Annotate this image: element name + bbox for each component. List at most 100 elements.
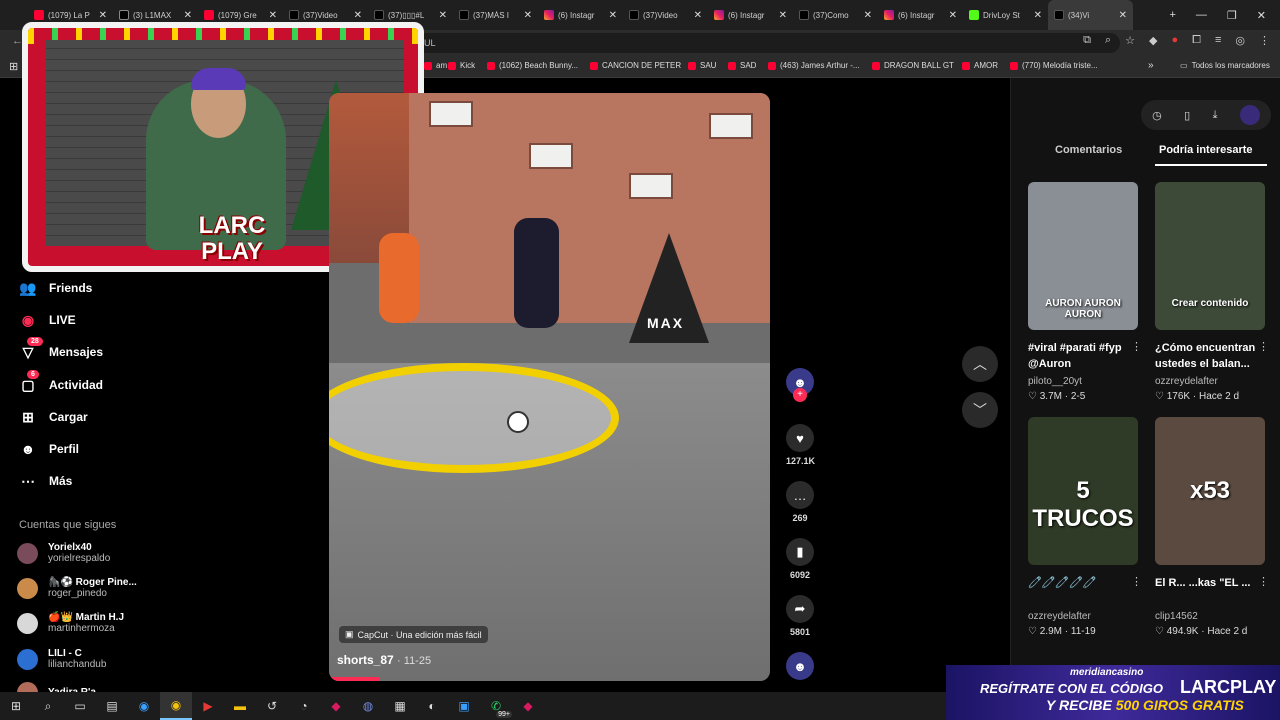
app-red-icon[interactable]: ▶	[192, 692, 224, 720]
following-account[interactable]: LILI - Clilianchandub	[17, 648, 106, 670]
comment-button[interactable]: … 269	[786, 481, 814, 523]
close-window-button[interactable]: ✕	[1257, 9, 1266, 22]
nav-item[interactable]: ◉ LIVE	[19, 311, 76, 329]
close-tab-icon[interactable]: ✕	[694, 10, 702, 21]
puzzle-icon[interactable]: ⧠	[1192, 34, 1201, 47]
suggested-video-card[interactable]: AURON AURON AURON #viral #parati #fyp @Au…	[1028, 182, 1142, 402]
nav-item[interactable]: ▽ 28 Mensajes	[19, 337, 103, 361]
bookmark-item[interactable]: CANCION DE PETER	[590, 61, 681, 70]
chrome-icon[interactable]: ◉	[160, 692, 192, 720]
new-tab-button[interactable]: +	[1169, 9, 1175, 21]
app-icon[interactable]: ↺	[256, 692, 288, 720]
nav-item[interactable]: 👥 Friends	[19, 279, 92, 297]
suggested-video-card[interactable]: Crear contenido ¿Cómo encuentran ustedes …	[1155, 182, 1269, 402]
browser-tab[interactable]: DrivLoy St ✕	[963, 0, 1048, 30]
extension-red-icon[interactable]: ●	[1172, 34, 1179, 47]
bookmark-item[interactable]: SAD	[728, 61, 756, 70]
capcut-tag[interactable]: ▣ CapCut · Una edición más fácil	[339, 626, 488, 643]
nav-item[interactable]: ⋯ Más	[19, 472, 72, 490]
restore-button[interactable]: ❐	[1227, 9, 1237, 22]
video-thumbnail[interactable]: x53	[1155, 417, 1265, 565]
bookmark-star-icon[interactable]: ☆	[1125, 34, 1135, 47]
bookmark-item[interactable]: DRAGON BALL GT	[872, 61, 954, 70]
more-options-icon[interactable]: ⋮	[1131, 575, 1142, 588]
tab-comments[interactable]: Comentarios	[1055, 144, 1122, 156]
download-icon[interactable]: ⤓	[1213, 109, 1218, 122]
close-tab-icon[interactable]: ✕	[949, 10, 957, 21]
menu-icon[interactable]: ⋮	[1259, 34, 1270, 47]
close-tab-icon[interactable]: ✕	[864, 10, 872, 21]
app-blue-icon[interactable]: ▣	[448, 692, 480, 720]
nav-item[interactable]: ⊞ Cargar	[19, 408, 88, 426]
url-input[interactable]: BUL	[410, 33, 1120, 53]
bookmark-item[interactable]: (1062) Beach Bunny...	[487, 61, 578, 70]
close-tab-icon[interactable]: ✕	[779, 10, 787, 21]
video-player[interactable]: MAX ▣ CapCut · Una edición más fácil sho…	[329, 93, 770, 681]
casino-ad-banner[interactable]: meridiancasino REGÍTRATE CON EL CÓDIGO L…	[946, 665, 1280, 720]
media-icon[interactable]: ≡	[1215, 34, 1221, 47]
suggested-video-card[interactable]: x53 El R... ...kas "EL ... clip14562 ♡ 494.…	[1155, 417, 1269, 637]
like-button[interactable]: ♥ 127.1K	[786, 424, 815, 466]
close-tab-icon[interactable]: ✕	[184, 10, 192, 21]
speed-icon[interactable]: ◷	[1152, 109, 1162, 122]
suggested-video-card[interactable]: 5 TRUCOS 🧷🧷🧷🧷🧷 ozzreydelafter ♡ 2.9M · 11-1…	[1028, 417, 1142, 637]
bookmark-item[interactable]: Kick	[448, 61, 475, 70]
cast-icon[interactable]: ⧉	[1083, 34, 1091, 47]
bookmark-item[interactable]: AMOR	[962, 61, 998, 70]
music-disc[interactable]: ☻	[786, 652, 814, 680]
close-tab-icon[interactable]: ✕	[609, 10, 617, 21]
calculator-icon[interactable]: ▦	[384, 692, 416, 720]
task-view-icon[interactable]: ▭	[64, 692, 96, 720]
app-pink-icon[interactable]: ◆	[512, 692, 544, 720]
search-icon[interactable]: ⌕	[32, 692, 64, 720]
creator-avatar[interactable]: ☻ +	[786, 368, 814, 402]
windows-start-icon[interactable]: ⊞	[0, 692, 32, 720]
bookmark-item[interactable]: (463) James Arthur -...	[768, 61, 860, 70]
more-options-icon[interactable]: ⋮	[1258, 575, 1269, 588]
video-progress-bar[interactable]	[329, 677, 379, 681]
more-options-icon[interactable]: ⋮	[1131, 340, 1142, 353]
browser-tab[interactable]: (37)MÁS I ✕	[453, 0, 538, 30]
bookmark-item[interactable]: (770) Melodía triste...	[1010, 61, 1098, 70]
browser-tab[interactable]: (6) Instagr ✕	[538, 0, 623, 30]
phone-icon[interactable]: ▯	[1184, 109, 1190, 122]
nav-item[interactable]: ☻ Perfil	[19, 440, 79, 458]
video-thumbnail[interactable]: 5 TRUCOS	[1028, 417, 1138, 565]
share-button[interactable]: ➦ 5801	[786, 595, 814, 637]
whatsapp-icon[interactable]: ✆ 99+	[480, 692, 512, 720]
close-tab-icon[interactable]: ✕	[1119, 10, 1127, 21]
browser-tab[interactable]: (6) Instagr ✕	[878, 0, 963, 30]
app-icon[interactable]: ◔	[288, 692, 320, 720]
browser-tab[interactable]: (6) Instagr ✕	[708, 0, 793, 30]
store-icon[interactable]: ▤	[96, 692, 128, 720]
profile-avatar-icon[interactable]: ◎	[1235, 34, 1245, 47]
video-thumbnail[interactable]: Crear contenido	[1155, 182, 1265, 330]
video-author[interactable]: shorts_87 · 11-25	[337, 653, 431, 667]
zoom-icon[interactable]: ⌕	[1105, 34, 1111, 47]
nav-item[interactable]: ▢ 6 Actividad	[19, 370, 103, 394]
more-bookmarks-icon[interactable]: »	[1148, 60, 1154, 71]
discord-icon[interactable]: ◍	[352, 692, 384, 720]
apps-grid-icon[interactable]: ⊞	[9, 60, 18, 73]
all-bookmarks-folder[interactable]: ▭ Todos los marcadores	[1180, 61, 1270, 70]
close-tab-icon[interactable]: ✕	[99, 10, 107, 21]
following-account[interactable]: 🍎👑 Martin H.J martinhermoza	[17, 612, 124, 634]
tab-suggested[interactable]: Podría interesarte	[1159, 144, 1253, 156]
browser-tab[interactable]: (34)Vi ✕	[1048, 0, 1133, 30]
bookmark-item[interactable]: am	[424, 61, 447, 70]
app-pink-icon[interactable]: ◆	[320, 692, 352, 720]
obs-icon[interactable]: ◐	[416, 692, 448, 720]
close-tab-icon[interactable]: ✕	[439, 10, 447, 21]
user-avatar[interactable]	[1239, 105, 1260, 125]
browser-tab[interactable]: (37)Video ✕	[623, 0, 708, 30]
following-account[interactable]: Yorielx40 yorielrespaldo	[17, 542, 110, 564]
save-button[interactable]: ▮ 6092	[786, 538, 814, 580]
close-tab-icon[interactable]: ✕	[524, 10, 532, 21]
follow-plus-icon[interactable]: +	[793, 388, 807, 402]
close-tab-icon[interactable]: ✕	[354, 10, 362, 21]
minimize-button[interactable]: —	[1196, 9, 1207, 21]
close-tab-icon[interactable]: ✕	[1034, 10, 1042, 21]
edge-icon[interactable]: ◉	[128, 692, 160, 720]
browser-tab[interactable]: (37)Como ✕	[793, 0, 878, 30]
video-thumbnail[interactable]: AURON AURON AURON	[1028, 182, 1138, 330]
